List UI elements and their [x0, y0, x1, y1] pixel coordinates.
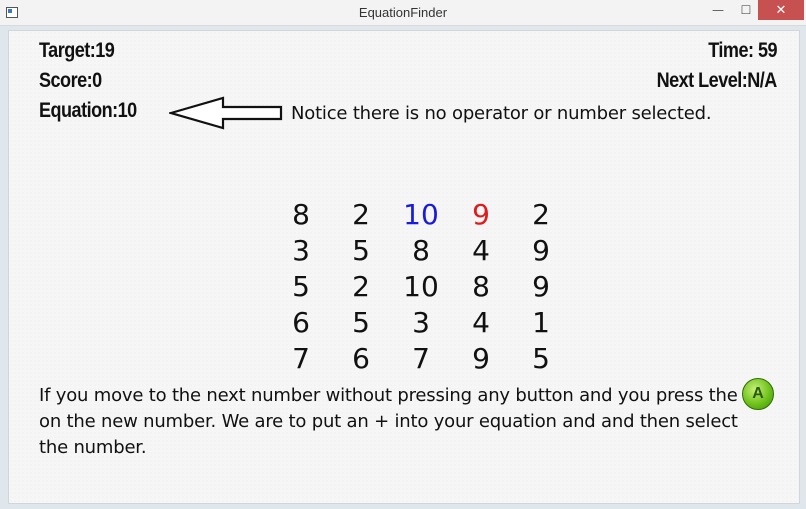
grid-cell[interactable]: 2 — [331, 269, 391, 305]
close-button[interactable]: ✕ — [758, 0, 804, 20]
score-label: Score:0 — [39, 69, 102, 92]
grid-cell[interactable]: 10 — [391, 269, 451, 305]
game-area: Target:19 Score:0 Equation:10 Time: 59 N… — [8, 30, 800, 504]
grid-cell[interactable]: 8 — [391, 233, 451, 269]
grid-cell[interactable]: 2 — [331, 197, 391, 233]
grid-cell[interactable]: 2 — [511, 197, 571, 233]
grid-cell[interactable]: 10 — [391, 197, 451, 233]
grid-cell[interactable]: 1 — [511, 305, 571, 341]
grid-cell[interactable]: 4 — [451, 305, 511, 341]
a-button-label: A — [742, 378, 774, 410]
grid-cell[interactable]: 6 — [331, 341, 391, 377]
grid-cell[interactable]: 7 — [271, 341, 331, 377]
grid-cell[interactable]: 9 — [511, 269, 571, 305]
grid-cell[interactable]: 5 — [271, 269, 331, 305]
window-title: EquationFinder — [358, 5, 448, 20]
a-button-icon: A — [740, 376, 776, 412]
notice-text: Notice there is no operator or number se… — [291, 103, 712, 124]
next-level-label: Next Level:N/A — [656, 69, 778, 92]
grid-cell[interactable]: 3 — [271, 233, 331, 269]
time-label: Time: 59 — [708, 39, 777, 62]
target-label: Target:19 — [39, 39, 115, 62]
minimize-button[interactable]: — — [704, 0, 732, 20]
grid-cell[interactable]: 5 — [331, 233, 391, 269]
grid-cell[interactable]: 6 — [271, 305, 331, 341]
grid-cell[interactable]: 9 — [451, 197, 511, 233]
grid-cell[interactable]: 5 — [331, 305, 391, 341]
number-grid: 8 2 10 9 2 3 5 8 4 9 5 2 10 8 9 6 5 3 4 1 7 6 7 9 5 — [271, 197, 571, 377]
title-bar: EquationFinder — ☐ ✕ — [0, 0, 806, 26]
grid-cell[interactable]: 9 — [511, 233, 571, 269]
grid-cell[interactable]: 8 — [271, 197, 331, 233]
maximize-button[interactable]: ☐ — [732, 0, 760, 20]
grid-cell[interactable]: 9 — [451, 341, 511, 377]
grid-cell[interactable]: 5 — [511, 341, 571, 377]
equation-label: Equation:10 — [39, 99, 137, 122]
grid-cell[interactable]: 8 — [451, 269, 511, 305]
left-arrow-icon — [169, 96, 283, 130]
grid-cell[interactable]: 7 — [391, 341, 451, 377]
grid-cell[interactable]: 3 — [391, 305, 451, 341]
description-text: If you move to the next number without p… — [39, 385, 738, 458]
grid-cell[interactable]: 4 — [451, 233, 511, 269]
